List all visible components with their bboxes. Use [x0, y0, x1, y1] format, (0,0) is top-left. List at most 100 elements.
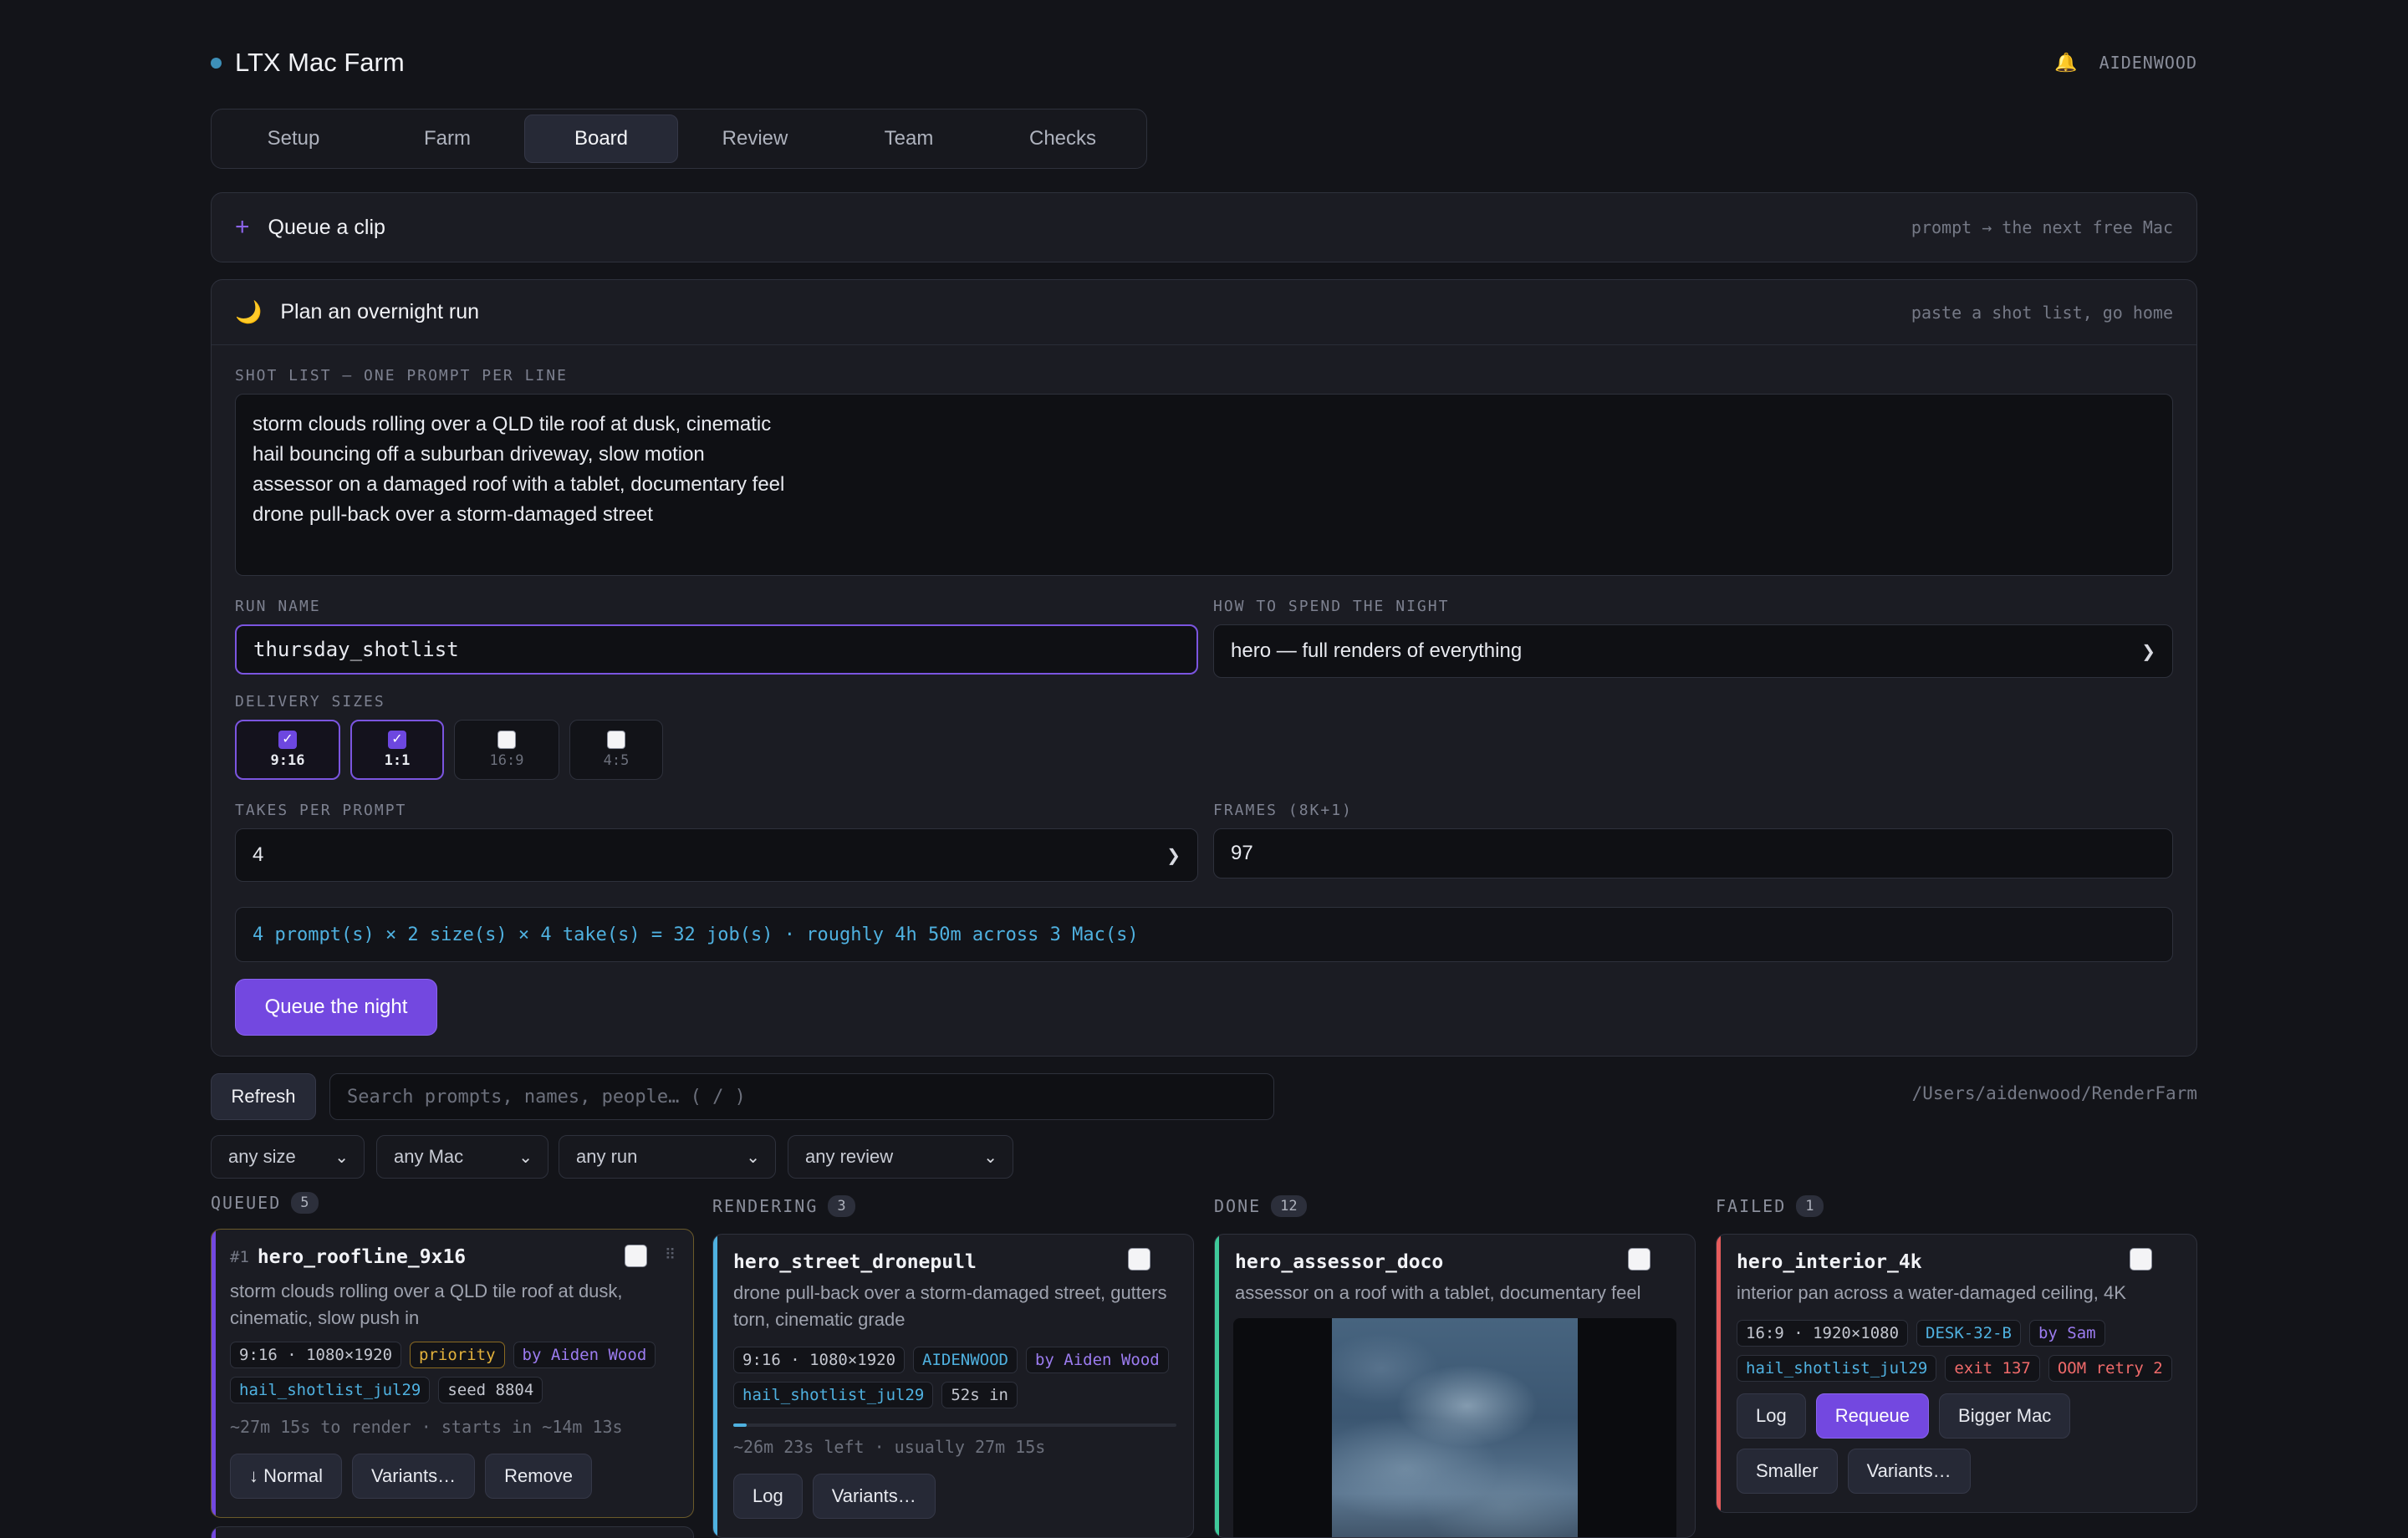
- bell-icon[interactable]: 🔔: [2054, 52, 2077, 74]
- column-title: DONE: [1214, 1196, 1262, 1216]
- card-name: hero_interior_4k: [1737, 1251, 1922, 1273]
- bigger-mac-button[interactable]: Bigger Mac: [1939, 1393, 2071, 1439]
- queued-card[interactable]: #1 hero_roofline_9x16 ⠿ storm clouds rol…: [211, 1229, 694, 1518]
- card-accent-bar: [1215, 1235, 1219, 1537]
- tab-review[interactable]: Review: [678, 115, 832, 163]
- search-input[interactable]: Search prompts, names, people… ( / ): [329, 1073, 1274, 1120]
- chevron-down-icon: ⌄: [983, 1148, 997, 1167]
- done-card[interactable]: hero_assessor_doco assessor on a roof wi…: [1214, 1234, 1696, 1538]
- variants-button[interactable]: Variants…: [352, 1454, 476, 1499]
- mac-tag[interactable]: DESK-32-B: [1916, 1320, 2021, 1347]
- overnight-panel: 🌙 Plan an overnight run paste a shot lis…: [211, 279, 2197, 1057]
- run-tag[interactable]: hail_shotlist_jul29: [230, 1377, 431, 1403]
- filter-review[interactable]: any review ⌄: [788, 1135, 1013, 1179]
- select-checkbox[interactable]: [1128, 1248, 1150, 1271]
- queue-clip-panel[interactable]: + Queue a clip prompt → the next free Ma…: [211, 192, 2197, 262]
- size-chip-9x16[interactable]: ✓ 9:16: [235, 720, 340, 780]
- mac-tag[interactable]: AIDENWOOD: [913, 1347, 1018, 1373]
- owner-tag[interactable]: by Aiden Wood: [1025, 1347, 1169, 1373]
- variants-button[interactable]: Variants…: [812, 1474, 936, 1519]
- queue-night-button[interactable]: Queue the night: [235, 979, 437, 1036]
- card-accent-bar: [1717, 1235, 1721, 1512]
- username[interactable]: AIDENWOOD: [2099, 53, 2197, 73]
- filter-mac[interactable]: any Mac ⌄: [376, 1135, 548, 1179]
- card-accent-bar: [212, 1230, 216, 1517]
- card-tags: 16:9 · 1920×1080 DESK-32-B by Sam hail_s…: [1737, 1320, 2188, 1382]
- remove-button[interactable]: Remove: [485, 1454, 593, 1499]
- shot-line: hail bouncing off a suburban driveway, s…: [253, 443, 705, 466]
- filter-mac-value: any Mac: [394, 1146, 464, 1167]
- status-dot-icon: [211, 57, 222, 69]
- log-button[interactable]: Log: [733, 1474, 803, 1519]
- size-chip-label: 9:16: [270, 752, 305, 769]
- overnight-header[interactable]: 🌙 Plan an overnight run paste a shot lis…: [212, 280, 2196, 345]
- shot-list-textarea[interactable]: storm clouds rolling over a QLD tile roo…: [235, 394, 2173, 576]
- size-chip-16x9[interactable]: 16:9: [454, 720, 559, 780]
- card-actions: ↓ Normal Variants… Remove: [230, 1454, 593, 1499]
- card-title: hero_street_dronepull: [733, 1251, 977, 1273]
- card-name: hero_roofline_9x16: [257, 1246, 467, 1268]
- requeue-button[interactable]: Requeue: [1815, 1393, 1930, 1439]
- tab-farm[interactable]: Farm: [370, 115, 524, 163]
- refresh-button[interactable]: Refresh: [211, 1073, 316, 1120]
- takes-label: TAKES PER PROMPT: [235, 802, 407, 819]
- tab-board[interactable]: Board: [524, 115, 678, 163]
- tab-team[interactable]: Team: [832, 115, 986, 163]
- brand: LTX Mac Farm: [211, 48, 405, 78]
- chevron-down-icon: ❯: [1166, 846, 1181, 865]
- log-button[interactable]: Log: [1737, 1393, 1806, 1439]
- select-checkbox[interactable]: [625, 1245, 647, 1267]
- render-remaining: ~26m 23s left · usually 27m 15s: [733, 1437, 1046, 1457]
- card-desc: interior pan across a water-damaged ceil…: [1737, 1282, 2126, 1303]
- render-progress-fill: [733, 1423, 747, 1427]
- chevron-down-icon: ⌄: [746, 1148, 760, 1167]
- checkbox-checked-icon: ✓: [278, 731, 297, 749]
- frames-label: FRAMES (8K+1): [1213, 802, 1353, 819]
- spend-select-value: hero — full renders of everything: [1231, 639, 1523, 662]
- run-tag[interactable]: hail_shotlist_jul29: [733, 1382, 934, 1408]
- next-queued-card[interactable]: [211, 1526, 694, 1538]
- elapsed-tag: 52s in: [941, 1382, 1018, 1408]
- checkbox-checked-icon: ✓: [388, 731, 406, 749]
- job-summary: 4 prompt(s) × 2 size(s) × 4 take(s) = 32…: [235, 907, 2173, 962]
- queue-clip-title: Queue a clip: [268, 215, 385, 239]
- filter-size-value: any size: [228, 1146, 296, 1167]
- column-title: QUEUED: [211, 1193, 282, 1213]
- select-checkbox[interactable]: [2130, 1248, 2152, 1271]
- card-name: hero_street_dronepull: [733, 1251, 977, 1273]
- frames-input[interactable]: 97: [1213, 828, 2173, 878]
- column-count: 1: [1796, 1195, 1824, 1217]
- rendering-card[interactable]: hero_street_dronepull drone pull-back ov…: [712, 1234, 1194, 1538]
- variants-button[interactable]: Variants…: [1847, 1449, 1971, 1494]
- drag-handle-icon[interactable]: ⠿: [665, 1246, 676, 1264]
- select-checkbox[interactable]: [1628, 1248, 1650, 1271]
- size-chip-4x5[interactable]: 4:5: [569, 720, 663, 780]
- spend-select[interactable]: hero — full renders of everything ❯: [1213, 624, 2173, 678]
- owner-tag[interactable]: by Sam: [2028, 1320, 2105, 1347]
- card-title: #1 hero_roofline_9x16: [230, 1246, 466, 1268]
- tab-checks[interactable]: Checks: [986, 115, 1140, 163]
- owner-tag[interactable]: by Aiden Wood: [513, 1342, 656, 1368]
- tab-setup[interactable]: Setup: [217, 115, 370, 163]
- user-area: 🔔 AIDENWOOD: [2054, 52, 2197, 74]
- run-tag[interactable]: hail_shotlist_jul29: [1737, 1355, 1937, 1382]
- priority-normal-button[interactable]: ↓ Normal: [230, 1454, 343, 1499]
- exit-code-tag: exit 137: [1945, 1355, 2040, 1382]
- filter-size[interactable]: any size ⌄: [211, 1135, 365, 1179]
- smaller-button[interactable]: Smaller: [1737, 1449, 1838, 1494]
- filter-run[interactable]: any run ⌄: [559, 1135, 776, 1179]
- size-chip-1x1[interactable]: ✓ 1:1: [350, 720, 444, 780]
- takes-select[interactable]: 4 ❯: [235, 828, 1198, 882]
- video-thumbnail[interactable]: [1233, 1318, 1676, 1537]
- farm-path: /Users/aidenwood/RenderFarm: [1911, 1083, 2197, 1103]
- size-chip-label: 16:9: [489, 752, 524, 769]
- queue-clip-header: + Queue a clip: [235, 213, 385, 242]
- run-name-input[interactable]: thursday_shotlist: [235, 624, 1198, 675]
- sizes-label: DELIVERY SIZES: [235, 693, 385, 710]
- failed-card[interactable]: hero_interior_4k interior pan across a w…: [1716, 1234, 2197, 1513]
- shot-line: storm clouds rolling over a QLD tile roo…: [253, 413, 772, 435]
- queue-clip-hint: prompt → the next free Mac: [1911, 217, 2173, 237]
- card-tags: 9:16 · 1080×1920 AIDENWOOD by Aiden Wood…: [733, 1347, 1185, 1408]
- column-rendering-header: RENDERING 3: [712, 1195, 855, 1217]
- shot-line: drone pull-back over a storm-damaged str…: [253, 503, 653, 526]
